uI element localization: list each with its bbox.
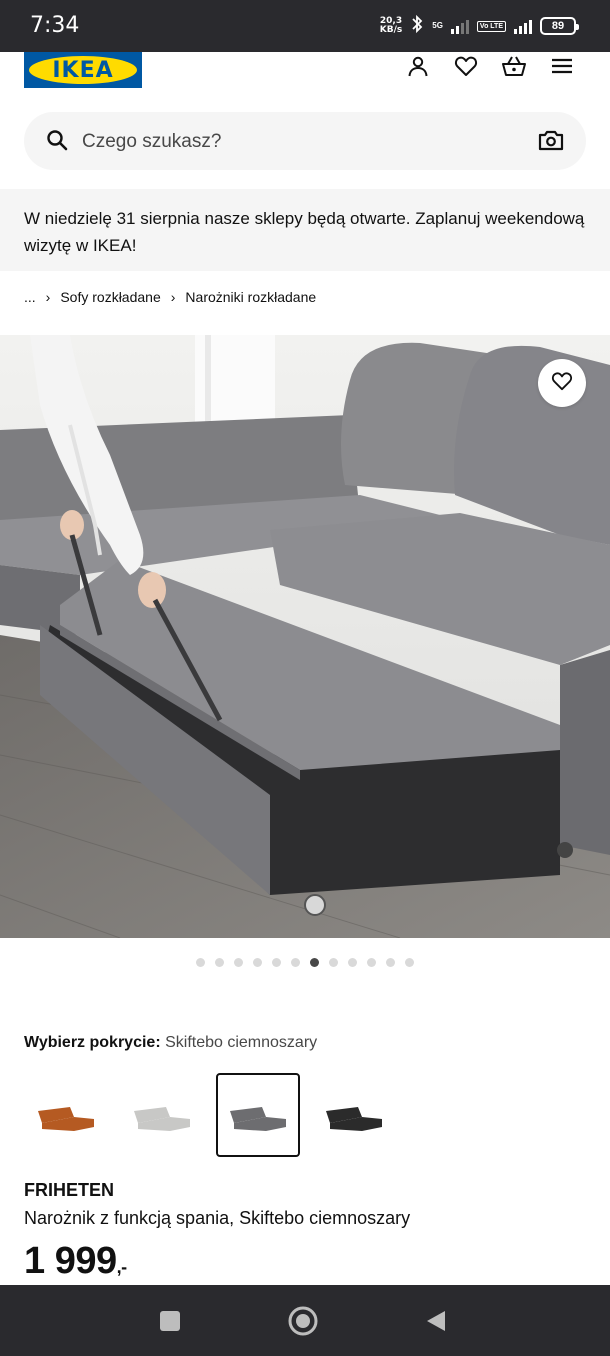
- search-icon: [46, 129, 68, 156]
- status-time: 7:34: [30, 13, 80, 38]
- breadcrumb-ellipsis[interactable]: ...: [24, 289, 36, 305]
- gallery-dot[interactable]: [272, 958, 281, 967]
- menu-icon[interactable]: [548, 52, 576, 80]
- cover-selected-value: Skiftebo ciemnoszary: [165, 1034, 318, 1051]
- status-bar: 7:34 20,3 KB/s 5G Vo LTE 89: [0, 0, 610, 52]
- price-suffix: ,-: [116, 1257, 128, 1277]
- gallery-dot[interactable]: [405, 958, 414, 967]
- camera-icon[interactable]: [538, 128, 564, 157]
- banner-text: W niedzielę 31 sierpnia nasze sklepy będ…: [24, 209, 585, 255]
- info-banner[interactable]: W niedzielę 31 sierpnia nasze sklepy będ…: [0, 189, 610, 271]
- signal-icon-2: [514, 18, 532, 34]
- network-type: 5G: [432, 21, 443, 30]
- signal-icon: [450, 18, 469, 34]
- gallery-pagination: [0, 958, 610, 967]
- price-integer: 1 999: [24, 1240, 117, 1282]
- gallery-dot[interactable]: [291, 958, 300, 967]
- sofa-thumbnail: [326, 1107, 382, 1131]
- swatch-option[interactable]: [312, 1073, 396, 1157]
- gallery-dot[interactable]: [215, 958, 224, 967]
- sofa-thumbnail: [230, 1107, 286, 1131]
- net-speed: 20,3 KB/s: [380, 17, 402, 35]
- product-image[interactable]: [0, 335, 610, 938]
- search-bar[interactable]: Czego szukasz?: [24, 112, 586, 170]
- gallery-dot[interactable]: [367, 958, 376, 967]
- square-icon: [160, 1311, 180, 1331]
- breadcrumb: ... › Sofy rozkładane › Narożniki rozkła…: [24, 286, 316, 308]
- gallery-dot[interactable]: [329, 958, 338, 967]
- back-button[interactable]: [418, 1303, 454, 1339]
- basket-icon[interactable]: [500, 52, 528, 80]
- home-button[interactable]: [285, 1303, 321, 1339]
- swatch-option-selected[interactable]: [216, 1073, 300, 1157]
- gallery-dot[interactable]: [196, 958, 205, 967]
- triangle-back-icon: [427, 1311, 445, 1331]
- battery-level: 89: [551, 20, 565, 32]
- circle-icon: [288, 1306, 318, 1336]
- volte-badge: Vo LTE: [476, 20, 506, 32]
- net-speed-unit: KB/s: [379, 25, 403, 35]
- chevron-right-icon: ›: [45, 289, 51, 305]
- gallery-dot-active[interactable]: [310, 958, 319, 967]
- logo-text: IKEA: [52, 57, 114, 83]
- gallery-dot[interactable]: [386, 958, 395, 967]
- cover-swatches: [24, 1073, 396, 1157]
- ikea-logo[interactable]: IKEA: [24, 52, 142, 88]
- product-name: FRIHETEN: [24, 1180, 114, 1200]
- site-header: IKEA: [0, 52, 610, 100]
- battery-icon: 89: [540, 17, 579, 35]
- chevron-right-icon: ›: [170, 289, 176, 305]
- system-nav-bar: [0, 1285, 610, 1356]
- search-input[interactable]: Czego szukasz?: [82, 131, 221, 153]
- add-to-favourites-button[interactable]: [538, 359, 586, 407]
- swatch-option[interactable]: [120, 1073, 204, 1157]
- user-icon[interactable]: [404, 52, 432, 80]
- product-price: 1 999,-: [24, 1240, 127, 1283]
- bluetooth-icon: [410, 14, 424, 39]
- cover-label-title: Wybierz pokrycie:: [24, 1034, 161, 1051]
- swatch-option[interactable]: [24, 1073, 108, 1157]
- heart-icon[interactable]: [452, 52, 480, 80]
- heart-icon: [551, 371, 573, 396]
- logo-oval: IKEA: [29, 56, 137, 84]
- cover-label: Wybierz pokrycie: Skiftebo ciemnoszary: [24, 1034, 317, 1052]
- gallery-dot[interactable]: [234, 958, 243, 967]
- sofa-thumbnail: [134, 1107, 190, 1131]
- product-description: Narożnik z funkcją spania, Skiftebo ciem…: [24, 1208, 411, 1228]
- status-icons: 20,3 KB/s 5G Vo LTE 89: [380, 12, 579, 40]
- sofa-thumbnail: [38, 1107, 94, 1131]
- breadcrumb-item-sofy[interactable]: Sofy rozkładane: [60, 289, 160, 305]
- recents-button[interactable]: [152, 1303, 188, 1339]
- sofa-photo: [0, 335, 610, 938]
- breadcrumb-item-narozniki[interactable]: Narożniki rozkładane: [185, 289, 316, 305]
- gallery-dot[interactable]: [348, 958, 357, 967]
- gallery-dot[interactable]: [253, 958, 262, 967]
